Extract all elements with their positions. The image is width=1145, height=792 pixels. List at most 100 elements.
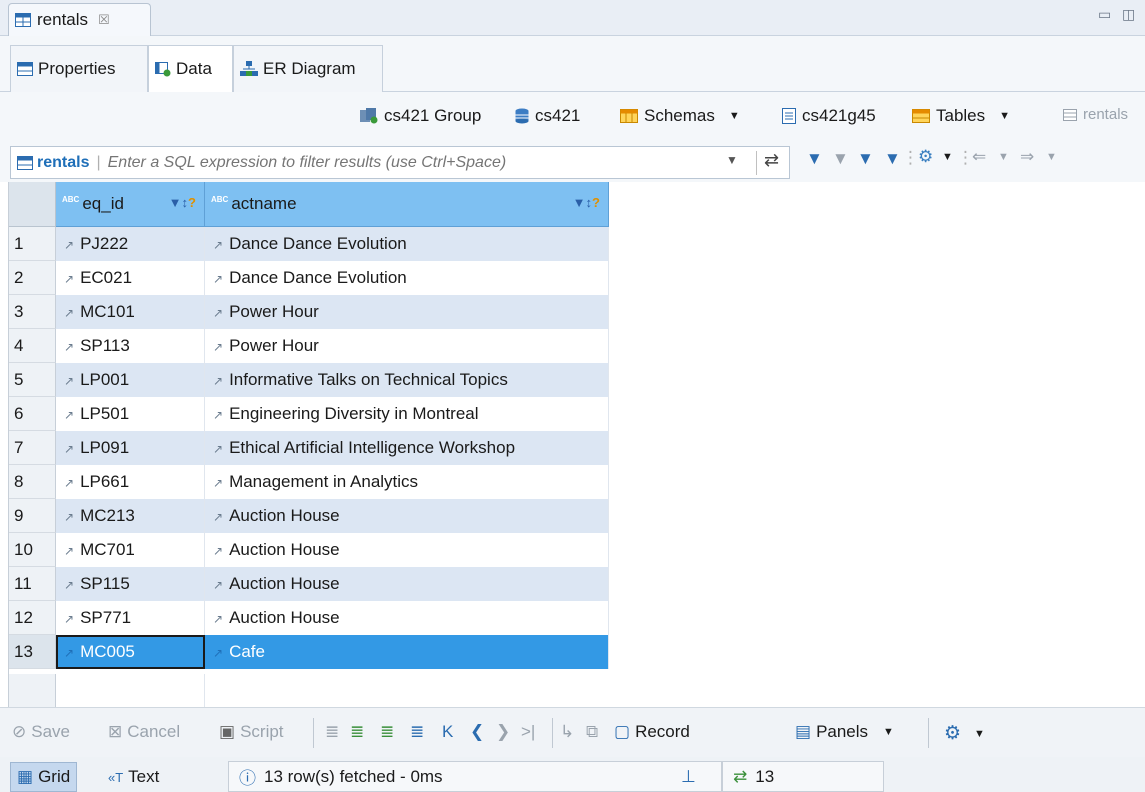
chevron-down-icon[interactable]: ▼ [998, 151, 1009, 163]
copy-row-icon[interactable]: ≣ [380, 722, 394, 742]
tab-properties[interactable]: Properties [10, 45, 148, 92]
link-icon[interactable]: ↗ [213, 578, 223, 592]
table-row[interactable]: 11 ↗ SP115 ↗ Auction House [9, 567, 609, 601]
column-header-actname[interactable]: ABC actname ▼↕? [205, 182, 609, 227]
settings-menu-button[interactable]: ⚙ ▼ [944, 722, 985, 745]
cell-eq-id[interactable]: ↗ MC101 [56, 295, 205, 329]
editor-tab-rentals[interactable]: rentals ☒ [8, 3, 151, 36]
save-button[interactable]: ⊘ Save [12, 722, 70, 742]
refresh-icon[interactable]: ⇄ [733, 767, 747, 787]
table-row[interactable]: 12 ↗ SP771 ↗ Auction House [9, 601, 609, 635]
cell-eq-id[interactable]: ↗ LP661 [56, 465, 205, 499]
link-icon[interactable]: ↗ [213, 238, 223, 252]
panels-button[interactable]: ▤ Panels ▼ [795, 722, 894, 742]
table-row[interactable]: 1 ↗ PJ222 ↗ Dance Dance Evolution [9, 227, 609, 261]
column-filter-sort-icon[interactable]: ▼↕? [169, 195, 196, 210]
column-header-eq-id[interactable]: ABC eq_id ▼↕? [56, 182, 205, 227]
row-number-cell[interactable]: 10 [9, 533, 56, 567]
row-number-cell[interactable]: 1 [9, 227, 56, 261]
close-icon[interactable]: ☒ [98, 12, 110, 28]
table-row[interactable]: 6 ↗ LP501 ↗ Engineering Diversity in Montrea… [9, 397, 609, 431]
cell-actname[interactable]: ↗ Auction House [205, 601, 609, 635]
row-number-cell[interactable]: 7 [9, 431, 56, 465]
cell-actname[interactable]: ↗ Engineering Diversity in Montreal [205, 397, 609, 431]
add-row-icon[interactable]: ≣ [350, 722, 364, 742]
table-row[interactable]: 2 ↗ EC021 ↗ Dance Dance Evolution [9, 261, 609, 295]
cell-eq-id[interactable]: ↗ SP771 [56, 601, 205, 635]
cell-eq-id[interactable]: ↗ PJ222 [56, 227, 205, 261]
column-filter-sort-icon[interactable]: ▼↕? [573, 195, 600, 210]
chevron-down-icon[interactable]: ▼ [999, 110, 1010, 122]
filter-input[interactable] [107, 153, 608, 172]
record-button[interactable]: ▢ Record [614, 722, 690, 742]
cell-actname[interactable]: ↗ Power Hour [205, 329, 609, 363]
breadcrumb-project[interactable]: cs421 Group [360, 106, 481, 126]
link-icon[interactable]: ↗ [64, 306, 74, 320]
table-row[interactable]: 3 ↗ MC101 ↗ Power Hour [9, 295, 609, 329]
cell-actname[interactable]: ↗ Management in Analytics [205, 465, 609, 499]
cell-eq-id[interactable]: ↗ MC701 [56, 533, 205, 567]
link-icon[interactable]: ↗ [64, 476, 74, 490]
cell-eq-id[interactable]: ↗ LP001 [56, 363, 205, 397]
table-row[interactable]: 10 ↗ MC701 ↗ Auction House [9, 533, 609, 567]
tab-er-diagram[interactable]: ER Diagram [233, 45, 383, 92]
cell-eq-id[interactable]: ↗ LP091 [56, 431, 205, 465]
chevron-down-icon[interactable]: ▼ [1046, 151, 1057, 163]
filter-clear-icon[interactable]: ▼ [832, 149, 849, 169]
previous-page-icon[interactable]: ❮ [470, 722, 484, 742]
chevron-down-icon[interactable]: ▼ [942, 151, 953, 163]
refresh-gear-icon[interactable]: ⚙ [918, 147, 933, 167]
link-icon[interactable]: ↗ [64, 544, 74, 558]
tab-data[interactable]: Data [148, 45, 233, 92]
table-row[interactable]: 8 ↗ LP661 ↗ Management in Analytics [9, 465, 609, 499]
breadcrumb-tables[interactable]: Tables ▼ [912, 106, 1010, 126]
cell-eq-id[interactable]: ↗ EC021 [56, 261, 205, 295]
link-icon[interactable]: ↗ [213, 544, 223, 558]
link-icon[interactable]: ↗ [213, 646, 223, 660]
link-icon[interactable]: ↗ [64, 510, 74, 524]
row-number-cell[interactable]: 5 [9, 363, 56, 397]
row-number-cell[interactable]: 6 [9, 397, 56, 431]
table-row[interactable]: 13 ↗ MC005 ↗ Cafe [9, 635, 609, 669]
maximize-icon[interactable]: ◫ [1122, 6, 1135, 23]
row-number-cell[interactable]: 9 [9, 499, 56, 533]
row-number-cell[interactable]: 2 [9, 261, 56, 295]
cell-actname[interactable]: ↗ Dance Dance Evolution [205, 227, 609, 261]
table-row[interactable]: 5 ↗ LP001 ↗ Informative Talks on Technical T… [9, 363, 609, 397]
cell-eq-id[interactable]: ↗ SP115 [56, 567, 205, 601]
breadcrumb-connection[interactable]: cs421 [515, 106, 580, 126]
link-icon[interactable]: ↗ [213, 612, 223, 626]
breadcrumb-database[interactable]: cs421g45 [782, 106, 876, 126]
table-row[interactable]: 9 ↗ MC213 ↗ Auction House [9, 499, 609, 533]
chevron-down-icon[interactable]: ▼ [883, 726, 894, 738]
link-icon[interactable]: ↗ [213, 272, 223, 286]
link-icon[interactable]: ↗ [64, 238, 74, 252]
link-icon[interactable]: ↗ [64, 612, 74, 626]
apply-filter-icon[interactable]: ⇄ [764, 150, 779, 171]
forward-arrow-icon[interactable]: ⇒ [1020, 147, 1034, 167]
row-number-header[interactable] [9, 182, 56, 227]
link-icon[interactable]: ↗ [64, 272, 74, 286]
row-number-cell[interactable]: 11 [9, 567, 56, 601]
table-row[interactable]: 7 ↗ LP091 ↗ Ethical Artificial Intelligence … [9, 431, 609, 465]
text-view-tab[interactable]: «T Text [102, 762, 165, 792]
link-icon[interactable]: ↗ [64, 442, 74, 456]
row-number-cell[interactable]: 12 [9, 601, 56, 635]
cell-actname[interactable]: ↗ Auction House [205, 567, 609, 601]
cell-actname[interactable]: ↗ Power Hour [205, 295, 609, 329]
minimize-icon[interactable]: ▭ [1098, 6, 1111, 23]
cell-actname[interactable]: ↗ Auction House [205, 533, 609, 567]
next-page-icon[interactable]: ❯ [496, 722, 510, 742]
link-icon[interactable]: ↗ [64, 340, 74, 354]
breadcrumb-current-table[interactable]: rentals [1063, 106, 1128, 123]
fetch-all-icon[interactable]: ⧉ [586, 722, 598, 742]
filter-apply-icon[interactable]: ▼ [806, 149, 823, 169]
link-icon[interactable]: ↗ [64, 578, 74, 592]
link-icon[interactable]: ↗ [64, 408, 74, 422]
filter-settings-icon[interactable]: ▼ [884, 149, 901, 169]
last-page-icon[interactable]: >| [521, 722, 535, 742]
script-button[interactable]: ▣ Script [219, 722, 284, 742]
back-arrow-icon[interactable]: ⇐ [972, 147, 986, 167]
cell-eq-id[interactable]: ↗ MC005 [56, 635, 205, 669]
edit-row-icon[interactable]: ≣ [325, 722, 339, 742]
